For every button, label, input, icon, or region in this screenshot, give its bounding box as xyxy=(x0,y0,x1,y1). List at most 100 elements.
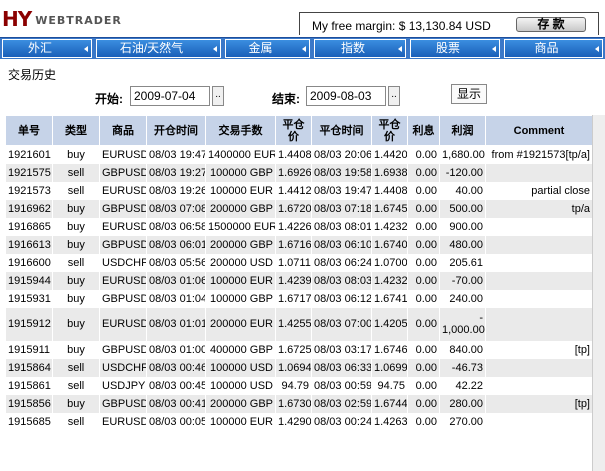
start-date-picker-button[interactable]: .. xyxy=(212,86,224,106)
free-margin-label: My free margin: $ 13,130.84 USD xyxy=(312,19,491,33)
table-cell: 1921601 xyxy=(5,145,53,164)
table-cell: buy xyxy=(52,271,100,290)
table-cell: - 1,000.00 xyxy=(439,307,486,341)
table-cell: USDJPY xyxy=(99,376,147,395)
col-profit-header: 利润 xyxy=(439,115,486,146)
col-interest-header: 利息 xyxy=(407,115,440,146)
col-symbol-header: 商品 xyxy=(99,115,147,146)
table-cell: 0.00 xyxy=(407,181,440,200)
nav-tab-indices[interactable]: 指数 xyxy=(314,39,406,58)
vertical-scrollbar[interactable] xyxy=(592,115,605,471)
table-cell: GBPUSD xyxy=(99,163,147,182)
table-cell: 08/03 01:06 xyxy=(146,271,206,290)
table-cell: 0.00 xyxy=(407,271,440,290)
table-cell: 08/03 00:24 xyxy=(311,412,372,431)
table-cell: 1915911 xyxy=(5,340,53,359)
table-cell: 1.4226 xyxy=(275,217,312,236)
table-cell: 08/03 08:03 xyxy=(311,271,372,290)
table-cell: buy xyxy=(52,307,100,341)
table-cell: 0.00 xyxy=(407,340,440,359)
arrow-left-icon xyxy=(84,46,88,52)
table-cell: 1.6716 xyxy=(275,235,312,254)
table-cell: 0.00 xyxy=(407,394,440,413)
table-cell: 1.6746 xyxy=(371,340,408,359)
table-cell: 0.00 xyxy=(407,307,440,341)
table-cell: buy xyxy=(52,394,100,413)
nav-tab-label: 股票 xyxy=(435,41,460,55)
deposit-button[interactable]: 存 款 xyxy=(516,17,586,32)
table-cell: 1.6744 xyxy=(371,394,408,413)
table-cell: 100000 USD xyxy=(205,358,276,377)
table-cell: 1915912 xyxy=(5,307,53,341)
col-comment-header: Comment xyxy=(485,115,592,146)
category-nav: 外汇 石油/天然气 金属 指数 股票 商品 xyxy=(0,37,605,59)
nav-tab-label: 外汇 xyxy=(27,41,52,55)
table-cell: 1.6725 xyxy=(275,340,312,359)
table-cell: -46.73 xyxy=(439,358,486,377)
nav-tab-oil-gas[interactable]: 石油/天然气 xyxy=(96,39,221,58)
top-bar: HY WEBTRADER My free margin: $ 13,130.84… xyxy=(0,0,605,37)
table-cell: 08/03 06:24 xyxy=(311,253,372,272)
table-cell: 08/03 00:59 xyxy=(311,376,372,395)
table-cell xyxy=(485,307,592,341)
table-cell: 1.6745 xyxy=(371,199,408,218)
table-row: 1916865 buy EURUSD 08/03 06:58 1500000 EUR 1.… xyxy=(5,217,592,236)
table-cell: 1921575 xyxy=(5,163,53,182)
col-close-price-header: 平仓 价 xyxy=(371,115,408,146)
table-cell: 205.61 xyxy=(439,253,486,272)
table-cell: GBPUSD xyxy=(99,289,147,308)
nav-tab-label: 商品 xyxy=(534,41,559,55)
nav-tab-stocks[interactable]: 股票 xyxy=(410,39,500,58)
table-cell: 1.6926 xyxy=(275,163,312,182)
table-cell: 1.0700 xyxy=(371,253,408,272)
table-row: 1921601 buy EURUSD 08/03 19:47 1400000 EUR 1.… xyxy=(5,145,592,164)
show-button[interactable]: 显示 xyxy=(451,84,487,104)
table-cell: sell xyxy=(52,181,100,200)
table-cell: 08/03 19:27 xyxy=(146,163,206,182)
arrow-left-icon xyxy=(398,46,402,52)
table-cell: 0.00 xyxy=(407,253,440,272)
table-cell: 08/03 08:01 xyxy=(311,217,372,236)
table-cell: EURUSD xyxy=(99,271,147,290)
table-cell xyxy=(485,163,592,182)
table-cell: 480.00 xyxy=(439,235,486,254)
table-cell: 0.00 xyxy=(407,217,440,236)
end-date-input[interactable]: 2009-08-03 xyxy=(306,86,386,106)
table-cell xyxy=(485,271,592,290)
table-cell: GBPUSD xyxy=(99,199,147,218)
col-ticket-header: 单号 xyxy=(5,115,53,146)
table-cell: 270.00 xyxy=(439,412,486,431)
start-date-label: 开始: xyxy=(95,92,123,106)
table-cell: 1.6741 xyxy=(371,289,408,308)
table-cell: 08/03 00:46 xyxy=(146,358,206,377)
table-cell: 1.4420 xyxy=(371,145,408,164)
table-cell: tp/a xyxy=(485,199,592,218)
table-cell: 08/03 19:47 xyxy=(146,145,206,164)
logo-mark: HY xyxy=(2,7,32,31)
nav-tab-label: 石油/天然气 xyxy=(119,41,184,55)
table-cell: USDCHF xyxy=(99,358,147,377)
table-row: 1921575 sell GBPUSD 08/03 19:27 100000 GBP 1.… xyxy=(5,163,592,182)
hy-logo: HY WEBTRADER xyxy=(2,9,122,29)
table-cell: 1915685 xyxy=(5,412,53,431)
table-cell: 08/03 01:00 xyxy=(146,340,206,359)
nav-tab-forex[interactable]: 外汇 xyxy=(2,39,92,58)
table-cell: sell xyxy=(52,163,100,182)
table-cell: 08/03 05:56 xyxy=(146,253,206,272)
table-cell: 1915864 xyxy=(5,358,53,377)
table-row: 1915912 buy EURUSD 08/03 01:01 200000 EUR 1.4… xyxy=(5,307,592,341)
table-cell: 0.00 xyxy=(407,412,440,431)
table-cell xyxy=(485,235,592,254)
table-cell: 1.6740 xyxy=(371,235,408,254)
start-date-input[interactable]: 2009-07-04 xyxy=(130,86,210,106)
nav-tab-metals[interactable]: 金属 xyxy=(225,39,310,58)
table-cell: EURUSD xyxy=(99,307,147,341)
table-cell xyxy=(485,376,592,395)
table-row: 1915856 buy GBPUSD 08/03 00:41 200000 GBP 1.6… xyxy=(5,394,592,413)
nav-tab-commodities[interactable]: 商品 xyxy=(504,39,603,58)
table-cell: 1.4412 xyxy=(275,181,312,200)
end-date-picker-button[interactable]: .. xyxy=(388,86,400,106)
table-cell: 08/03 19:58 xyxy=(311,163,372,182)
table-cell: 1.6938 xyxy=(371,163,408,182)
table-cell: 1.6730 xyxy=(275,394,312,413)
